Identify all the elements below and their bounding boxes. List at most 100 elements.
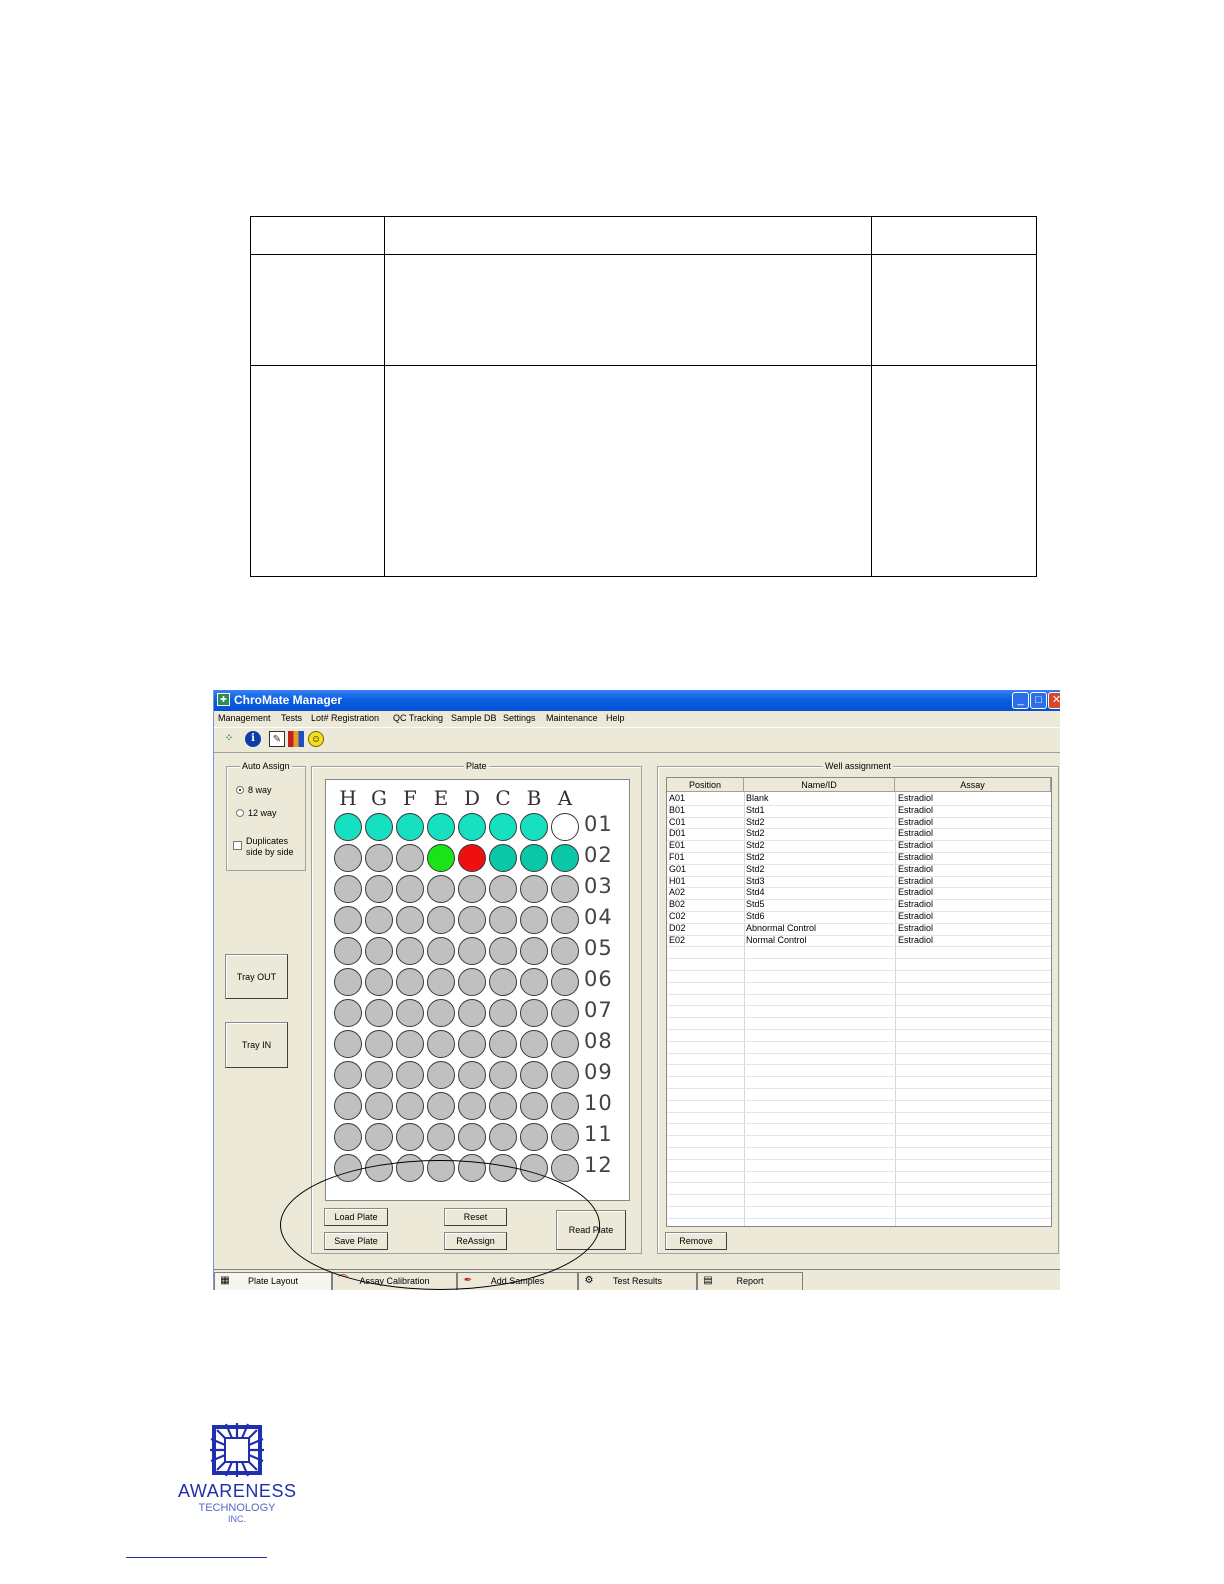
well-H05[interactable] [334, 937, 362, 965]
connect-icon[interactable]: ⁘ [221, 731, 237, 747]
well-G05[interactable] [365, 937, 393, 965]
table-cell[interactable]: Estradiol [898, 876, 933, 887]
menu-management[interactable]: Management [218, 713, 271, 723]
menu-qc-tracking[interactable]: QC Tracking [393, 713, 443, 723]
table-cell[interactable]: Estradiol [898, 817, 933, 828]
read-plate-button[interactable]: Read Plate [556, 1210, 626, 1250]
well-F01[interactable] [396, 813, 424, 841]
well-G12[interactable] [365, 1154, 393, 1182]
well-B03[interactable] [520, 875, 548, 903]
tab-plate-layout[interactable]: ▦ Plate Layout [214, 1272, 332, 1290]
well-E05[interactable] [427, 937, 455, 965]
menu-sample-db[interactable]: Sample DB [451, 713, 497, 723]
well-G02[interactable] [365, 844, 393, 872]
well-F04[interactable] [396, 906, 424, 934]
radio-12way[interactable] [236, 809, 244, 817]
well-G10[interactable] [365, 1092, 393, 1120]
well-D01[interactable] [458, 813, 486, 841]
save-plate-button[interactable]: Save Plate [324, 1232, 388, 1250]
well-assignment-grid[interactable]: Position Name/ID Assay A01 Blank Estradiol… [666, 777, 1052, 1227]
table-cell[interactable]: Normal Control [746, 935, 807, 946]
tray-out-button[interactable]: Tray OUT [225, 954, 288, 999]
well-G07[interactable] [365, 999, 393, 1027]
reset-button[interactable]: Reset [444, 1208, 507, 1226]
well-G09[interactable] [365, 1061, 393, 1089]
well-H06[interactable] [334, 968, 362, 996]
well-B05[interactable] [520, 937, 548, 965]
minimize-button[interactable]: _ [1012, 692, 1029, 709]
well-A10[interactable] [551, 1092, 579, 1120]
table-cell[interactable]: E02 [669, 935, 685, 946]
well-F09[interactable] [396, 1061, 424, 1089]
well-F12[interactable] [396, 1154, 424, 1182]
duplicates-checkbox[interactable] [233, 841, 242, 850]
well-D09[interactable] [458, 1061, 486, 1089]
tab-report[interactable]: ▤ Report [697, 1272, 803, 1290]
table-cell[interactable]: Estradiol [898, 935, 933, 946]
well-A12[interactable] [551, 1154, 579, 1182]
load-plate-button[interactable]: Load Plate [324, 1208, 388, 1226]
well-D05[interactable] [458, 937, 486, 965]
well-E01[interactable] [427, 813, 455, 841]
table-cell[interactable]: Estradiol [898, 828, 933, 839]
well-B01[interactable] [520, 813, 548, 841]
well-B02[interactable] [520, 844, 548, 872]
well-C04[interactable] [489, 906, 517, 934]
well-D03[interactable] [458, 875, 486, 903]
well-A05[interactable] [551, 937, 579, 965]
well-E03[interactable] [427, 875, 455, 903]
well-B12[interactable] [520, 1154, 548, 1182]
well-C11[interactable] [489, 1123, 517, 1151]
well-A06[interactable] [551, 968, 579, 996]
well-C02[interactable] [489, 844, 517, 872]
well-D07[interactable] [458, 999, 486, 1027]
well-H01[interactable] [334, 813, 362, 841]
tray-in-button[interactable]: Tray IN [225, 1022, 288, 1068]
menu-maintenance[interactable]: Maintenance [546, 713, 598, 723]
well-B10[interactable] [520, 1092, 548, 1120]
edit-icon[interactable]: ✎ [269, 731, 285, 747]
well-E04[interactable] [427, 906, 455, 934]
table-cell[interactable]: C02 [669, 911, 686, 922]
well-H07[interactable] [334, 999, 362, 1027]
table-cell[interactable]: Estradiol [898, 864, 933, 875]
well-G11[interactable] [365, 1123, 393, 1151]
table-cell[interactable]: B01 [669, 805, 685, 816]
table-cell[interactable]: A01 [669, 793, 685, 804]
tab-assay-calibration[interactable]: ⌒ Assay Calibration [332, 1272, 457, 1290]
header-position[interactable]: Position [667, 778, 744, 792]
well-D11[interactable] [458, 1123, 486, 1151]
well-H08[interactable] [334, 1030, 362, 1058]
table-cell[interactable]: Std4 [746, 887, 765, 898]
table-cell[interactable]: Estradiol [898, 840, 933, 851]
well-B11[interactable] [520, 1123, 548, 1151]
well-A04[interactable] [551, 906, 579, 934]
well-A09[interactable] [551, 1061, 579, 1089]
table-cell[interactable]: Estradiol [898, 887, 933, 898]
well-A07[interactable] [551, 999, 579, 1027]
well-F05[interactable] [396, 937, 424, 965]
table-cell[interactable]: Blank [746, 793, 769, 804]
table-cell[interactable]: D02 [669, 923, 686, 934]
well-C12[interactable] [489, 1154, 517, 1182]
well-B08[interactable] [520, 1030, 548, 1058]
well-F07[interactable] [396, 999, 424, 1027]
well-A02[interactable] [551, 844, 579, 872]
well-F02[interactable] [396, 844, 424, 872]
well-F10[interactable] [396, 1092, 424, 1120]
tab-add-samples[interactable]: ✒ Add Samples [457, 1272, 578, 1290]
well-E07[interactable] [427, 999, 455, 1027]
well-C07[interactable] [489, 999, 517, 1027]
info-icon[interactable]: i [245, 731, 261, 747]
maximize-button[interactable]: □ [1030, 692, 1047, 709]
well-F06[interactable] [396, 968, 424, 996]
well-F08[interactable] [396, 1030, 424, 1058]
well-C09[interactable] [489, 1061, 517, 1089]
table-cell[interactable]: D01 [669, 828, 686, 839]
well-A08[interactable] [551, 1030, 579, 1058]
well-F03[interactable] [396, 875, 424, 903]
table-cell[interactable]: Estradiol [898, 793, 933, 804]
table-cell[interactable]: Std1 [746, 805, 765, 816]
remove-button[interactable]: Remove [665, 1232, 727, 1250]
well-G06[interactable] [365, 968, 393, 996]
